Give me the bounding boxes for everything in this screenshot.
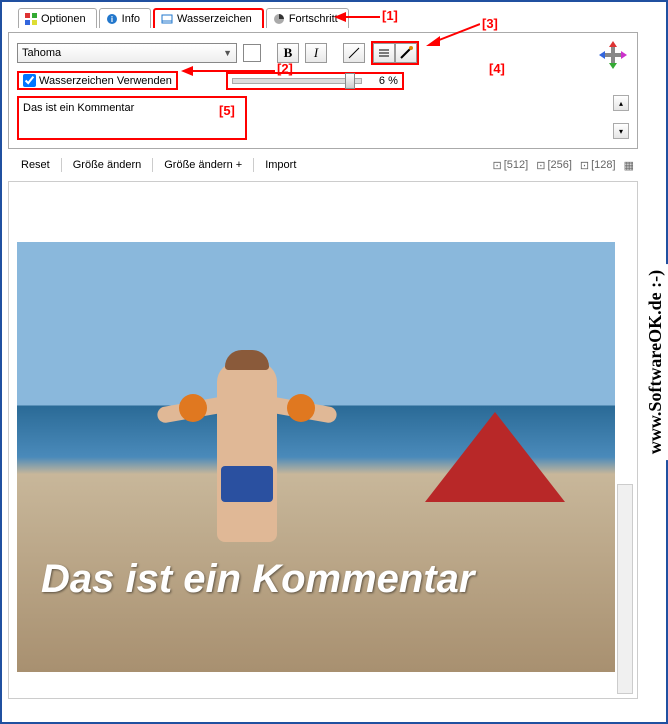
site-branding: www.SoftwareOK.de :-) xyxy=(643,264,668,460)
use-watermark-checkbox[interactable] xyxy=(23,74,36,87)
import-button[interactable]: Import xyxy=(256,156,305,174)
opacity-slider[interactable] xyxy=(232,78,362,84)
scroll-up-button[interactable]: ▴ xyxy=(613,95,629,111)
size-icon: ⊡ xyxy=(536,159,545,172)
move-handle-icon[interactable] xyxy=(599,41,627,69)
size-icon: ⊡ xyxy=(493,159,502,172)
size-label: [128] xyxy=(591,159,615,171)
tab-info[interactable]: i Info xyxy=(99,8,151,28)
arrow-3 xyxy=(426,20,480,48)
slider-thumb[interactable] xyxy=(345,73,355,89)
font-name: Tahoma xyxy=(22,47,61,59)
arrow-2 xyxy=(181,65,275,77)
annotation-1: [1] xyxy=(382,8,398,23)
size-label: [256] xyxy=(547,159,571,171)
annotation-4: [4] xyxy=(489,61,505,76)
tent-shape xyxy=(425,412,565,502)
grid-icon[interactable]: ▦ xyxy=(624,159,634,172)
align-button[interactable] xyxy=(373,43,395,63)
tab-label: Info xyxy=(122,13,140,25)
annotation-5: [5] xyxy=(219,103,235,118)
style-tool-button[interactable] xyxy=(395,43,417,63)
line-tool-button[interactable] xyxy=(343,43,365,63)
size-128-option[interactable]: ⊡ [128] xyxy=(580,159,616,172)
boy-figure xyxy=(217,362,277,542)
tab-label: Optionen xyxy=(41,13,86,25)
watermark-overlay-text: Das ist ein Kommentar xyxy=(41,557,591,602)
svg-text:i: i xyxy=(111,15,113,24)
progress-icon xyxy=(273,13,285,25)
italic-button[interactable]: I xyxy=(305,43,327,63)
info-icon: i xyxy=(106,13,118,25)
color-swatch[interactable] xyxy=(243,44,261,62)
slider-value: 6 % xyxy=(366,75,398,87)
preview-scrollbar[interactable] xyxy=(617,484,633,694)
preview-image: Das ist ein Kommentar xyxy=(17,242,615,672)
reset-button[interactable]: Reset xyxy=(12,156,59,174)
size-512-option[interactable]: ⊡ [512] xyxy=(493,159,529,172)
font-dropdown[interactable]: Tahoma xyxy=(17,43,237,63)
tab-label: Fortschritt xyxy=(289,13,338,25)
arrow-1 xyxy=(334,10,380,24)
preview-area: Das ist ein Kommentar xyxy=(8,181,638,699)
size-icon: ⊡ xyxy=(580,159,589,172)
comment-text: Das ist ein Kommentar xyxy=(23,102,134,114)
checkbox-label: Wasserzeichen Verwenden xyxy=(39,75,172,87)
resize-plus-button[interactable]: Größe ändern + xyxy=(155,156,251,174)
options-icon xyxy=(25,13,37,25)
tab-wasserzeichen[interactable]: Wasserzeichen xyxy=(153,8,264,28)
tab-label: Wasserzeichen xyxy=(177,13,252,25)
scroll-down-button[interactable]: ▾ xyxy=(613,123,629,139)
action-toolbar: Reset Größe ändern Größe ändern + Import… xyxy=(8,153,638,177)
annotation-3: [3] xyxy=(482,16,498,31)
textarea-scrollbar: ▴ ▾ xyxy=(613,95,629,139)
watermark-icon xyxy=(161,13,173,25)
annotation-2: [2] xyxy=(277,61,293,76)
tab-optionen[interactable]: Optionen xyxy=(18,8,97,28)
resize-button[interactable]: Größe ändern xyxy=(64,156,150,174)
tabs-bar: Optionen i Info Wasserzeichen Fortschrit… xyxy=(18,8,638,28)
use-watermark-row: Wasserzeichen Verwenden xyxy=(17,71,178,90)
size-label: [512] xyxy=(504,159,528,171)
size-256-option[interactable]: ⊡ [256] xyxy=(536,159,572,172)
comment-textarea[interactable]: Das ist ein Kommentar xyxy=(17,96,247,140)
bold-button[interactable]: B xyxy=(277,43,299,63)
watermark-panel: Tahoma B I Wasserzeichen Verwe xyxy=(8,32,638,149)
